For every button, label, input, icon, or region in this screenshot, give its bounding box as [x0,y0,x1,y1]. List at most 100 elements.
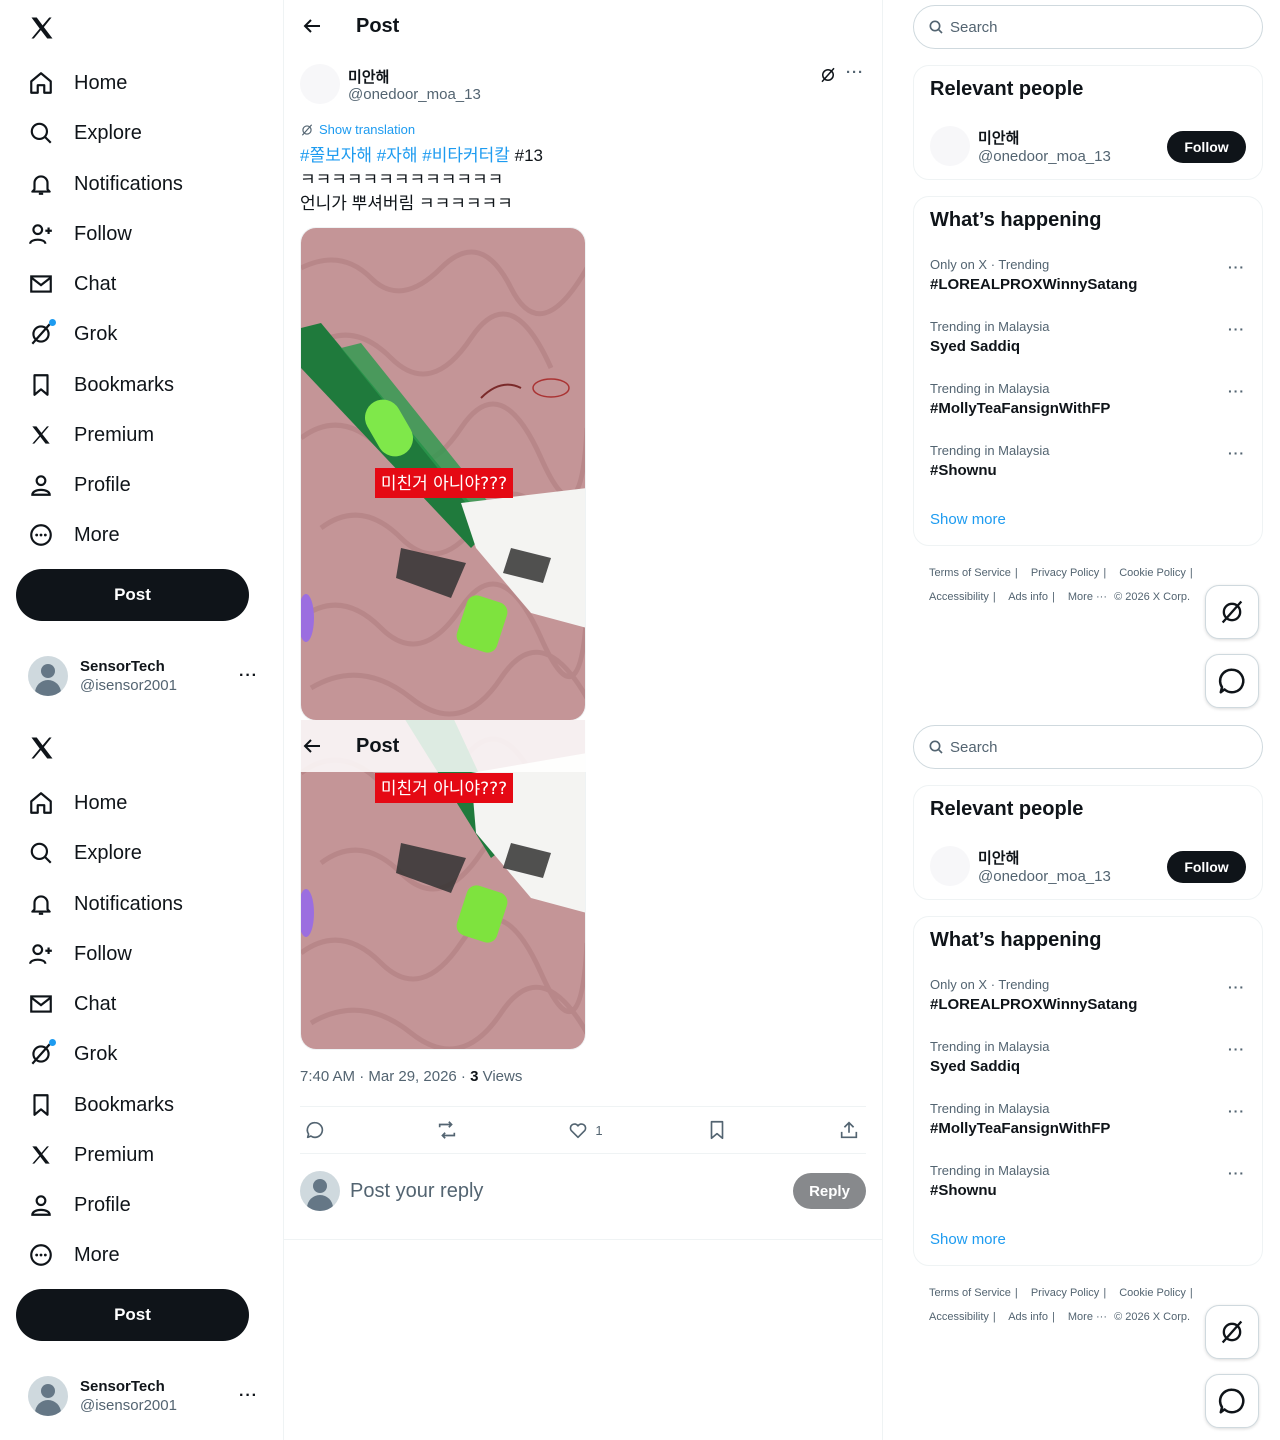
footer-link[interactable]: Terms of Service [929,1287,1011,1299]
chat-fab[interactable] [1205,654,1259,708]
more-dots-icon[interactable]: ··· [1228,1041,1245,1057]
back-arrow-icon[interactable] [300,14,324,38]
footer-link[interactable]: More ··· [1068,591,1107,603]
nav-more[interactable]: More [16,512,132,558]
more-dots-icon[interactable]: ··· [1228,445,1245,461]
tweet-timestamp[interactable]: 7:40 AM · Mar 29, 2026 · [300,1068,470,1085]
x-logo-icon[interactable] [28,14,56,42]
trend-item[interactable]: Trending in Malaysia #MollyTeaFansignWit… [930,381,1250,417]
nav-chat[interactable]: Chat [16,261,128,307]
nav-bookmarks[interactable]: Bookmarks [16,1082,186,1128]
person-handle[interactable]: @onedoor_moa_13 [978,868,1111,885]
trend-item[interactable]: Trending in Malaysia Syed Saddiq [930,1039,1250,1075]
show-more-link[interactable]: Show more [930,511,1006,528]
nav-label: More [74,523,120,546]
search-input[interactable]: Search [913,5,1263,49]
nav-chat[interactable]: Chat [16,981,128,1027]
search-input[interactable]: Search [913,725,1263,769]
more-dots-icon[interactable]: ··· [1228,979,1245,995]
avatar[interactable] [930,846,970,886]
x-logo-icon[interactable] [28,734,56,762]
footer-link[interactable]: Ads info [1008,591,1048,603]
show-translation-link[interactable]: Show translation [300,122,415,137]
back-arrow-icon[interactable] [300,734,324,758]
footer-link[interactable]: Cookie Policy [1119,567,1186,579]
grok-fab[interactable] [1205,585,1259,639]
hashtag-link[interactable]: #자해 [377,146,418,165]
post-button[interactable]: Post [16,569,249,621]
footer-links: Terms of Service | Privacy Policy | Cookie… [929,567,1193,603]
account-switcher[interactable]: SensorTech @isensor2001 ··· [16,1368,270,1424]
grok-fab[interactable] [1205,1305,1259,1359]
account-switcher[interactable]: SensorTech @isensor2001 ··· [16,648,270,704]
person-name[interactable]: 미안해 [978,847,1019,868]
page-header: Post [284,0,883,53]
trend-item[interactable]: Trending in Malaysia #MollyTeaFansignWit… [930,1101,1250,1137]
reply-button[interactable]: Reply [793,1173,866,1209]
more-dots-icon[interactable]: ··· [1228,321,1245,337]
author-handle[interactable]: @onedoor_moa_13 [348,86,481,103]
author-name[interactable]: 미안해 [348,66,389,87]
nav-profile[interactable]: Profile [16,1182,143,1228]
nav-explore[interactable]: Explore [16,110,154,156]
more-dots-icon[interactable]: ··· [1228,1165,1245,1181]
bookmark-action[interactable] [706,1119,734,1141]
more-dots-icon[interactable]: ··· [239,1387,258,1405]
trend-item[interactable]: Only on X · Trending #LOREALPROXWinnySat… [930,977,1250,1013]
trend-item[interactable]: Only on X · Trending #LOREALPROXWinnySat… [930,257,1250,293]
account-handle: @isensor2001 [80,1397,177,1414]
repost-icon [438,1121,455,1139]
nav-follow[interactable]: Follow [16,931,144,977]
avatar[interactable] [930,126,970,166]
reply-input[interactable]: Post your reply [350,1180,793,1203]
nav-home[interactable]: Home [16,780,139,826]
author-avatar[interactable] [300,64,340,104]
nav-bookmarks[interactable]: Bookmarks [16,362,186,408]
follow-button[interactable]: Follow [1167,851,1246,883]
trend-item[interactable]: Trending in Malaysia Syed Saddiq [930,319,1250,355]
nav-home[interactable]: Home [16,60,139,106]
more-dots-icon[interactable]: ··· [1228,1103,1245,1119]
reply-action[interactable] [304,1119,332,1141]
trend-item[interactable]: Trending in Malaysia #Shownu [930,1163,1250,1199]
chat-fab[interactable] [1205,1374,1259,1428]
grok-icon[interactable] [819,66,837,84]
more-dots-icon[interactable]: ··· [846,64,864,81]
footer-link[interactable]: Privacy Policy [1031,1287,1099,1299]
nav-notifications[interactable]: Notifications [16,161,195,207]
person-handle[interactable]: @onedoor_moa_13 [978,148,1111,165]
trend-item[interactable]: Trending in Malaysia #Shownu [930,443,1250,479]
nav-grok[interactable]: Grok [16,311,129,357]
bookmark-icon [33,374,49,396]
footer-link[interactable]: More ··· [1068,1311,1107,1323]
more-dots-icon[interactable]: ··· [239,667,258,685]
post-button[interactable]: Post [16,1289,249,1341]
person-name[interactable]: 미안해 [978,127,1019,148]
nav-profile[interactable]: Profile [16,462,143,508]
nav-more[interactable]: More [16,1232,132,1278]
hashtag-link[interactable]: #쫄보자해 [300,146,372,165]
repost-action[interactable] [436,1119,464,1141]
hashtag-link[interactable]: #비타커터칼 [422,146,510,165]
like-action[interactable]: 1 [567,1119,603,1141]
show-more-link[interactable]: Show more [930,1231,1006,1248]
nav-premium[interactable]: Premium [16,1132,166,1178]
more-dots-icon[interactable]: ··· [1228,383,1245,399]
footer-link[interactable]: Ads info [1008,1311,1048,1323]
nav-explore[interactable]: Explore [16,830,154,876]
footer-link[interactable]: Privacy Policy [1031,567,1099,579]
avatar [28,1376,68,1416]
nav-follow[interactable]: Follow [16,211,144,257]
tweet-image[interactable]: 미친거 아니야??? [300,227,586,720]
footer-link[interactable]: Cookie Policy [1119,1287,1186,1299]
nav-notifications[interactable]: Notifications [16,881,195,927]
more-dots-icon[interactable]: ··· [1228,259,1245,275]
nav-grok[interactable]: Grok [16,1031,129,1077]
follow-button[interactable]: Follow [1167,131,1246,163]
share-action[interactable] [838,1119,866,1141]
nav-premium[interactable]: Premium [16,412,166,458]
footer-link[interactable]: Terms of Service [929,567,1011,579]
tweet-line: 언니가 뿌셔버림 ㅋㅋㅋㅋㅋㅋ [300,194,513,213]
footer-link[interactable]: Accessibility [929,1311,989,1323]
footer-link[interactable]: Accessibility [929,591,989,603]
